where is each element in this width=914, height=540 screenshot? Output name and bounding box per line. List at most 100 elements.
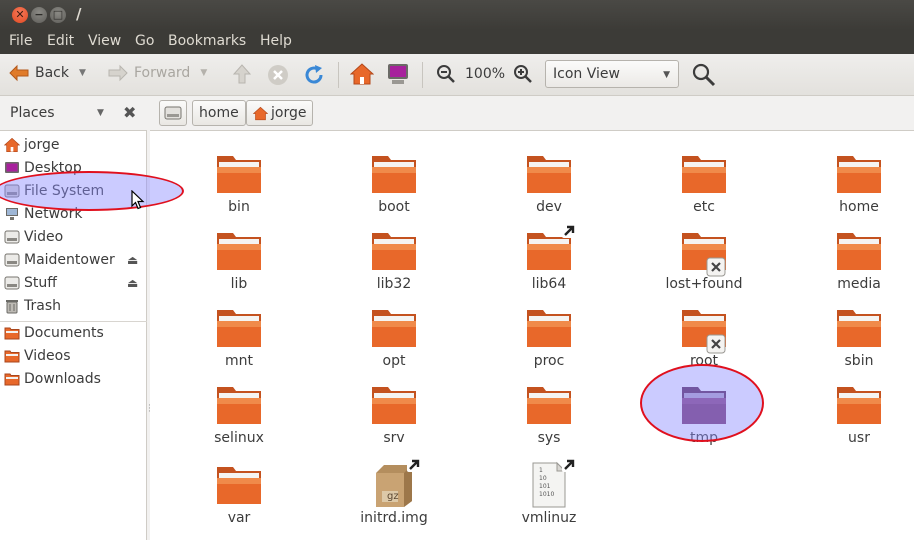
drive-icon: [164, 106, 182, 120]
file-item-srv[interactable]: srv: [334, 381, 454, 447]
file-item-boot[interactable]: boot: [334, 150, 454, 216]
forward-button[interactable]: Forward ▼: [107, 64, 207, 82]
folder-icon: [680, 304, 728, 354]
file-label: bin: [228, 199, 250, 215]
view-mode-select[interactable]: Icon View ▼: [545, 60, 679, 88]
computer-button[interactable]: [386, 63, 410, 85]
file-label: vmlinuz: [521, 510, 577, 526]
file-item-usr[interactable]: usr: [799, 381, 914, 447]
back-dropdown-icon[interactable]: ▼: [79, 68, 86, 78]
toolbar-separator: [338, 62, 339, 88]
toolbar: Back ▼ Forward ▼ 100% Icon View ▼: [0, 54, 914, 96]
reload-button[interactable]: [303, 64, 325, 86]
view-mode-value: Icon View: [553, 66, 620, 82]
zoom-in-button[interactable]: [513, 64, 533, 84]
file-item-bin[interactable]: bin: [179, 150, 299, 216]
file-item-root[interactable]: root: [644, 304, 764, 370]
minimize-window-button[interactable]: −: [31, 7, 47, 23]
eject-icon[interactable]: ⏏: [127, 276, 138, 290]
folder-icon: [835, 304, 883, 352]
sidebar-item-maidentower[interactable]: Maidentower: [4, 249, 144, 271]
breadcrumb-home[interactable]: home: [192, 100, 246, 126]
file-item-media[interactable]: media: [799, 227, 914, 293]
file-item-var[interactable]: var: [179, 461, 299, 527]
folder-icon: [525, 304, 573, 352]
zoom-out-icon: [437, 65, 455, 83]
file-item-lib[interactable]: lib: [179, 227, 299, 293]
menu-bookmarks[interactable]: Bookmarks: [168, 33, 246, 49]
file-label: boot: [378, 199, 410, 215]
folder-icon: [4, 373, 20, 386]
menu-view[interactable]: View: [88, 33, 121, 49]
file-item-dev[interactable]: dev: [489, 150, 609, 216]
drive-icon: [4, 276, 20, 290]
menu-go[interactable]: Go: [135, 33, 154, 49]
breadcrumb-root[interactable]: [159, 100, 187, 126]
menu-bar: File Edit View Go Bookmarks Help: [0, 30, 914, 54]
sidebar-item-videos[interactable]: Videos: [4, 345, 144, 367]
trash-icon: [6, 300, 18, 314]
file-label: home: [839, 199, 879, 215]
file-label: usr: [848, 430, 870, 446]
sidebar-item-label: Stuff: [24, 275, 57, 291]
eject-icon[interactable]: ⏏: [127, 253, 138, 267]
file-item-proc[interactable]: proc: [489, 304, 609, 370]
sidebar-item-label: Documents: [24, 325, 104, 341]
sidebar-item-label: Trash: [24, 298, 61, 314]
archive-icon: gz: [370, 458, 421, 509]
breadcrumb-jorge[interactable]: jorge: [246, 100, 314, 126]
menu-file[interactable]: File: [9, 33, 32, 49]
file-label: sbin: [844, 353, 874, 369]
menu-help[interactable]: Help: [260, 33, 292, 49]
sidebar-item-downloads[interactable]: Downloads: [4, 368, 144, 390]
home-button[interactable]: [350, 62, 374, 86]
file-item-lib64[interactable]: lib64: [489, 224, 609, 293]
symlink-arrow-icon: [407, 458, 421, 472]
forward-dropdown-icon[interactable]: ▼: [200, 68, 207, 78]
file-item-home[interactable]: home: [799, 150, 914, 216]
file-item-lib32[interactable]: lib32: [334, 227, 454, 293]
file-item-sys[interactable]: sys: [489, 381, 609, 447]
computer-icon: [388, 64, 408, 84]
maximize-window-button[interactable]: □: [50, 7, 66, 23]
file-icon-view[interactable]: bin boot dev etc home lib lib32 lib64 lo…: [150, 130, 914, 540]
places-title[interactable]: Places: [10, 105, 55, 121]
file-item-mnt[interactable]: mnt: [179, 304, 299, 370]
sidebar-item-video[interactable]: Video: [4, 226, 144, 248]
breadcrumb-jorge-label: jorge: [271, 105, 307, 121]
zoom-level[interactable]: 100%: [465, 66, 505, 82]
breadcrumb: home jorge: [152, 96, 914, 130]
stop-button[interactable]: [267, 64, 289, 86]
file-item-opt[interactable]: opt: [334, 304, 454, 370]
menu-edit[interactable]: Edit: [47, 33, 74, 49]
folder-icon: [215, 304, 263, 352]
file-label: lib64: [531, 276, 567, 292]
file-item-selinux[interactable]: selinux: [179, 381, 299, 447]
sidebar-item-trash[interactable]: Trash: [4, 295, 144, 317]
binary-icon-text: 1 10 101 1010: [539, 467, 555, 498]
file-item-lost-found[interactable]: lost+found: [644, 227, 764, 293]
file-label: proc: [533, 353, 565, 369]
forward-arrow-icon: [108, 64, 128, 82]
close-pane-icon[interactable]: ✖: [123, 103, 136, 122]
folder-icon: [370, 304, 418, 352]
zoom-out-button[interactable]: [436, 64, 456, 84]
file-label: var: [227, 510, 251, 526]
search-button[interactable]: [692, 63, 716, 87]
sidebar-item-documents[interactable]: Documents: [4, 322, 144, 344]
file-label: lib32: [376, 276, 412, 292]
folder-icon: [835, 381, 883, 429]
file-item-etc[interactable]: etc: [644, 150, 764, 216]
sidebar-item-jorge[interactable]: jorge: [4, 134, 144, 156]
places-dropdown-icon[interactable]: ▼: [97, 108, 104, 118]
file-item-sbin[interactable]: sbin: [799, 304, 914, 370]
back-button[interactable]: Back ▼: [8, 64, 86, 82]
file-item-initrd-img[interactable]: gz initrd.img: [334, 458, 454, 527]
file-item-vmlinuz[interactable]: 1 10 101 1010 vmlinuz: [489, 458, 609, 527]
sidebar-item-stuff[interactable]: Stuff: [4, 272, 144, 294]
file-label: sys: [537, 430, 561, 446]
up-button[interactable]: [232, 63, 252, 85]
close-window-button[interactable]: ✕: [12, 7, 28, 23]
file-label: mnt: [225, 353, 253, 369]
desktop-icon: [5, 162, 19, 173]
